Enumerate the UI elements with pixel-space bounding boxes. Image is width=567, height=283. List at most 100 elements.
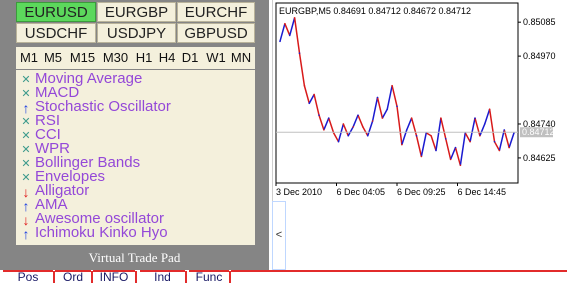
cross-icon: ✕ [21,74,31,86]
timeframe-m15[interactable]: M15 [67,47,98,69]
tab-strip-rest [231,270,567,283]
series-point [459,164,462,167]
tab-pos[interactable]: Pos [3,270,55,283]
series-point [352,126,354,128]
series-point [474,117,476,119]
symbol-button-usdchf[interactable]: USDCHF [16,23,96,43]
x-axis: 3 Dec 2010 6 Dec 04:05 6 Dec 09:25 6 Dec 14… [275,183,507,197]
cross-icon: ✕ [21,116,31,128]
series-segment [459,132,466,166]
trade-pad-panel: EURUSD EURGBP EURCHF USDCHF USDJPY GBPUS… [0,0,269,270]
series-segment [342,123,349,137]
timeframe-d1[interactable]: D1 [179,47,201,69]
tab-label: Ind [154,270,171,283]
collapse-button[interactable]: < [272,201,286,270]
series-point [279,40,281,43]
series-point [376,96,379,99]
symbol-button-eurgbp[interactable]: EURGBP [97,2,176,22]
cross-icon: ✕ [21,158,31,170]
tab-func[interactable]: Func [189,270,231,283]
series-point [469,140,471,143]
series-point [396,105,398,108]
series-point [420,155,423,158]
series-segment [449,147,457,160]
timeframe-m1[interactable]: M1 [18,47,40,69]
series-segment [469,117,476,142]
series-segment [318,114,325,131]
price-chart[interactable]: EURGBP,M5 0.84691 0.84712 0.84672 0.8471… [272,0,567,201]
symbol-button-usdjpy[interactable]: USDJPY [97,23,176,43]
series-segment [337,123,345,142]
lower-panel [287,201,567,270]
tab-info[interactable]: INFO [93,270,137,283]
up-arrow-icon: ↑ [22,226,30,242]
series-point [318,114,320,116]
series-segment [488,109,496,142]
series-point [493,140,496,143]
series-point [415,134,418,137]
series-segment [508,132,515,148]
series-point [308,102,311,105]
timeframe-m30[interactable]: M30 [100,47,131,69]
price-series [279,16,515,167]
timeframe-m5[interactable]: M5 [41,47,65,69]
down-arrow-icon: ↓ [22,212,30,228]
series-segment [367,120,374,137]
chart-header: EURGBP,M5 0.84691 0.84712 0.84672 0.8471… [279,6,471,16]
series-segment [376,97,384,119]
x-tick-label: 3 Dec 2010 [276,187,322,197]
symbol-button-eurchf[interactable]: EURCHF [177,2,255,22]
series-point [498,149,501,152]
series-point [440,117,442,119]
series-segment [386,85,393,110]
series-point [454,146,457,149]
tab-ind[interactable]: Ind [140,270,187,283]
series-segment [289,17,296,36]
indicator-ichimoku[interactable]: ↑ Ichimoku Kinko Hyo [16,224,251,242]
x-tick-label: 6 Dec 14:45 [458,187,507,197]
series-point [391,84,393,87]
timeframe-bar: M1 M5 M15 M30 H1 H4 D1 W1 MN [16,47,255,69]
series-segment [396,106,403,145]
tab-label: Pos [17,270,39,283]
series-segment [430,135,437,151]
y-tick-label: 0.84625 [523,153,556,163]
series-point [381,117,384,119]
series-point [303,84,306,87]
timeframe-h4[interactable]: H4 [156,47,178,69]
series-segment [371,97,379,122]
x-tick-label: 6 Dec 04:05 [337,187,386,197]
series-point [503,129,506,131]
tab-strip: Pos Ord INFO Ind Func [0,270,567,283]
cross-icon: ✕ [21,172,31,184]
x-tick-label: 6 Dec 09:25 [397,187,446,197]
chart-plot-frame [275,2,519,184]
tab-ord[interactable]: Ord [55,270,93,283]
series-segment [298,53,306,86]
cross-icon: ✕ [21,144,31,156]
series-segment [420,132,427,157]
timeframe-h1[interactable]: H1 [133,47,155,69]
series-point [430,134,432,137]
pad-title: Virtual Trade Pad [88,250,181,265]
indicator-label: Ichimoku Kinko Hyo [35,224,168,241]
series-segment [406,117,413,131]
down-arrow-icon: ↓ [22,184,30,200]
series-point [386,108,389,111]
indicator-list: ✕ Moving Average ✕ MACD ↑ Stochastic Osc… [16,70,255,245]
series-segment [498,129,505,151]
series-segment [284,23,291,36]
series-segment [332,132,340,143]
series-point [288,34,291,37]
symbol-button-eurusd[interactable]: EURUSD [16,2,96,22]
series-point [444,137,447,140]
series-segment [435,117,442,151]
series-point [479,134,481,137]
series-segment [293,17,301,54]
series-segment [352,114,359,128]
series-point [342,123,345,125]
timeframe-w1[interactable]: W1 [204,47,228,69]
symbol-button-gbpusd[interactable]: GBPUSD [177,23,255,43]
timeframe-mn[interactable]: MN [229,47,253,69]
series-point [284,22,286,25]
